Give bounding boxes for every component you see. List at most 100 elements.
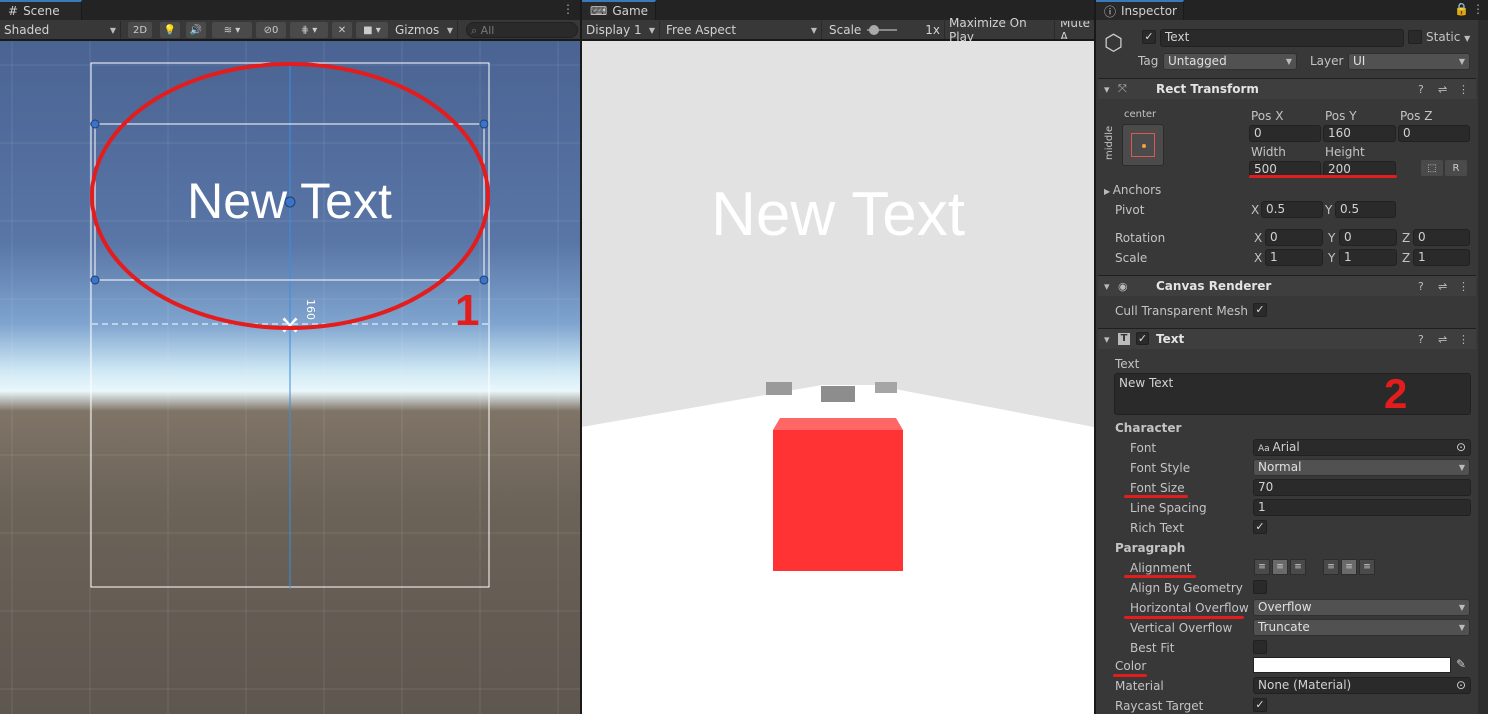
rot-y-label: Y xyxy=(1328,231,1336,245)
more-icon[interactable]: ⋮ xyxy=(1458,280,1469,293)
line-spacing-field[interactable]: 1 xyxy=(1253,499,1471,516)
scale-x-field[interactable]: 1 xyxy=(1265,249,1323,266)
v-overflow-dropdown[interactable]: Truncate ▼ xyxy=(1253,619,1470,636)
text-component-header[interactable]: ▾ T ✓ Text ? ⇌ ⋮ xyxy=(1098,328,1476,349)
rot-y-field[interactable]: 0 xyxy=(1339,229,1397,246)
text-area[interactable]: New Text xyxy=(1114,373,1471,415)
shading-dropdown[interactable]: Shaded ▼ xyxy=(0,21,121,39)
font-field[interactable]: Aa Arial ⊙ xyxy=(1253,439,1471,456)
gizmos-dropdown[interactable]: Gizmos ▼ xyxy=(391,21,458,39)
pivot-x-field[interactable]: 0.5 xyxy=(1261,201,1323,218)
material-field[interactable]: None (Material) ⊙ xyxy=(1253,677,1471,694)
scene-viewport[interactable]: New Text 160 1 xyxy=(0,41,580,714)
scene-canvas-text[interactable]: New Text xyxy=(95,169,484,233)
tab-inspector[interactable]: ⓘ Inspector xyxy=(1096,0,1184,20)
pos-y-field[interactable]: 160 xyxy=(1323,125,1396,142)
help-icon[interactable]: ? xyxy=(1418,333,1424,346)
gamepad-icon: ⌨ xyxy=(590,4,608,18)
align-geometry-checkbox[interactable] xyxy=(1253,580,1267,594)
align-right-icon[interactable]: ≡ xyxy=(1290,559,1306,575)
static-checkbox[interactable] xyxy=(1408,30,1422,44)
scale-label: Scale xyxy=(1115,251,1148,265)
tab-scene[interactable]: # Scene xyxy=(0,0,82,20)
rot-x-field[interactable]: 0 xyxy=(1265,229,1323,246)
more-icon[interactable]: ⋮ xyxy=(1458,83,1469,96)
inspector-scrollbar[interactable] xyxy=(1478,20,1488,714)
object-picker-icon[interactable]: ⊙ xyxy=(1456,678,1466,693)
object-picker-icon[interactable]: ⊙ xyxy=(1456,440,1466,455)
effects-icon[interactable]: ≋ ▾ xyxy=(212,22,252,38)
align-center-icon[interactable]: ≡ xyxy=(1272,559,1288,575)
h-overflow-dropdown[interactable]: Overflow ▼ xyxy=(1253,599,1470,616)
layer-dropdown[interactable]: UI ▼ xyxy=(1348,53,1470,70)
active-checkbox[interactable]: ✓ xyxy=(1142,30,1156,44)
anchors-foldout[interactable]: ▶ Anchors xyxy=(1104,183,1161,197)
scene-panel: # Scene ⋮ Shaded ▼ 2D 💡 🔊 ≋ ▾ ⊘ 0 ⋕ ▾ ✕ ■ … xyxy=(0,0,580,714)
canvas-renderer-header[interactable]: ▾ ◉ Canvas Renderer ? ⇌ ⋮ xyxy=(1098,275,1476,296)
color-swatch[interactable] xyxy=(1253,657,1451,673)
toggle-2d-button[interactable]: 2D xyxy=(128,22,152,38)
pos-x-label: Pos X xyxy=(1251,109,1284,123)
audio-icon[interactable]: 🔊 xyxy=(186,22,206,38)
game-viewport[interactable]: New Text xyxy=(582,41,1094,714)
pos-x-field[interactable]: 0 xyxy=(1249,125,1321,142)
rich-text-checkbox[interactable]: ✓ xyxy=(1253,520,1267,534)
font-size-field[interactable]: 70 xyxy=(1253,479,1471,496)
alignment-label: Alignment xyxy=(1130,561,1192,575)
tag-dropdown[interactable]: Untagged ▼ xyxy=(1163,53,1297,70)
more-icon[interactable]: ⋮ xyxy=(562,2,574,16)
annotation-underline xyxy=(1124,495,1188,498)
align-middle-icon[interactable]: ≡ xyxy=(1341,559,1357,575)
preset-icon[interactable]: ⇌ xyxy=(1438,280,1447,293)
cull-mesh-checkbox[interactable]: ✓ xyxy=(1253,303,1267,317)
preset-icon[interactable]: ⇌ xyxy=(1438,333,1447,346)
mute-audio-button[interactable]: Mute A xyxy=(1056,21,1094,39)
text-enabled-checkbox[interactable]: ✓ xyxy=(1136,332,1149,345)
scale-y-label: Y xyxy=(1328,251,1336,265)
scale-z-field[interactable]: 1 xyxy=(1413,249,1470,266)
object-name-field[interactable]: Text xyxy=(1160,29,1404,47)
chevron-down-icon: ▼ xyxy=(810,25,817,35)
lock-icon[interactable]: 🔒 xyxy=(1454,2,1469,16)
slider-thumb[interactable] xyxy=(869,25,879,35)
camera-icon[interactable]: ■ ▾ xyxy=(356,22,388,38)
align-left-icon[interactable]: ≡ xyxy=(1254,559,1270,575)
grid-snap-icon[interactable]: ⋕ ▾ xyxy=(290,22,328,38)
anchor-presets-button[interactable] xyxy=(1122,124,1164,166)
aspect-dropdown[interactable]: Free Aspect ▼ xyxy=(662,21,822,39)
help-icon[interactable]: ? xyxy=(1418,83,1424,96)
align-bottom-icon[interactable]: ≡ xyxy=(1359,559,1375,575)
v-overflow-label: Vertical Overflow xyxy=(1130,621,1233,635)
hidden-objects-icon[interactable]: ⊘ 0 xyxy=(256,22,286,38)
more-icon[interactable]: ⋮ xyxy=(1458,333,1469,346)
search-icon: ⌕ xyxy=(471,24,481,37)
align-top-icon[interactable]: ≡ xyxy=(1323,559,1339,575)
maximize-on-play-button[interactable]: Maximize On Play xyxy=(945,16,1055,44)
tools-icon[interactable]: ✕ xyxy=(332,22,352,38)
tab-game[interactable]: ⌨ Game xyxy=(582,0,656,20)
lighting-icon[interactable]: 💡 xyxy=(160,22,180,38)
display-dropdown[interactable]: Display 1 ▼ xyxy=(582,21,660,39)
blueprint-mode-button[interactable]: ⬚ xyxy=(1421,160,1443,176)
raw-edit-button[interactable]: R xyxy=(1445,160,1467,176)
best-fit-checkbox[interactable] xyxy=(1253,640,1267,654)
more-icon[interactable]: ⋮ xyxy=(1472,2,1484,16)
chevron-down-icon: ▼ xyxy=(1458,57,1465,66)
static-dropdown[interactable]: Static ▼ xyxy=(1426,30,1470,44)
font-style-dropdown[interactable]: Normal ▼ xyxy=(1253,459,1470,476)
chevron-down-icon: ▼ xyxy=(1464,34,1471,43)
raycast-checkbox[interactable]: ✓ xyxy=(1253,698,1267,712)
scale-slider[interactable]: Scale 1x xyxy=(825,21,945,39)
rect-transform-header[interactable]: ▾ ⤧ Rect Transform ? ⇌ ⋮ xyxy=(1098,78,1476,99)
line-spacing-label: Line Spacing xyxy=(1130,501,1207,515)
scale-y-field[interactable]: 1 xyxy=(1339,249,1397,266)
help-icon[interactable]: ? xyxy=(1418,280,1424,293)
preset-icon[interactable]: ⇌ xyxy=(1438,83,1447,96)
pos-z-field[interactable]: 0 xyxy=(1398,125,1470,142)
rot-z-field[interactable]: 0 xyxy=(1413,229,1470,246)
pivot-y-field[interactable]: 0.5 xyxy=(1335,201,1396,218)
annotation-underline xyxy=(1124,575,1196,578)
chevron-down-icon: ▼ xyxy=(446,25,453,35)
scene-search-input[interactable]: ⌕ All xyxy=(466,22,578,38)
eyedropper-icon[interactable]: ✎ xyxy=(1456,657,1466,671)
